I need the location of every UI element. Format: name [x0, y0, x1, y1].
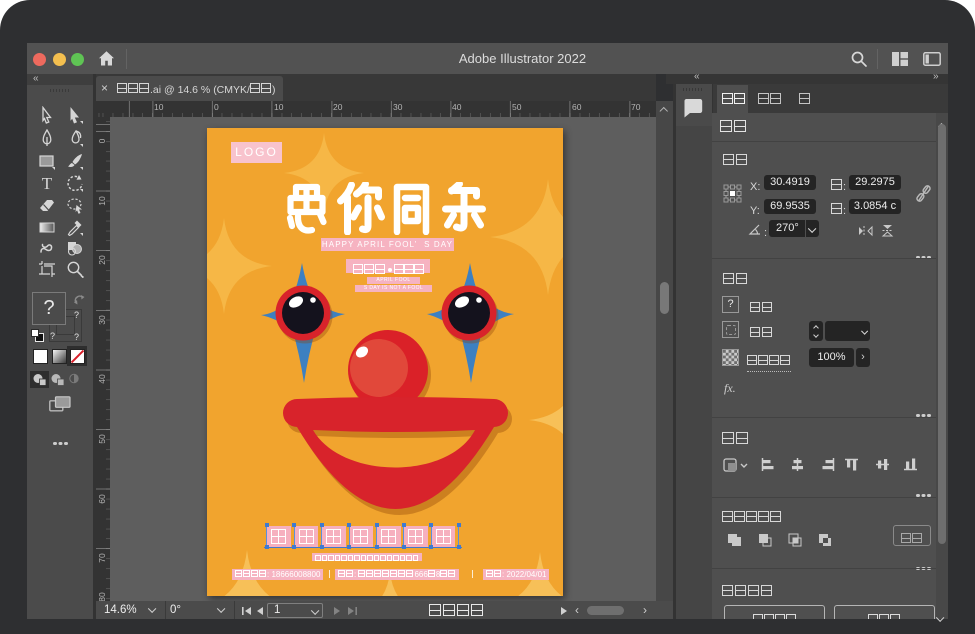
svg-text:T: T — [42, 174, 53, 192]
